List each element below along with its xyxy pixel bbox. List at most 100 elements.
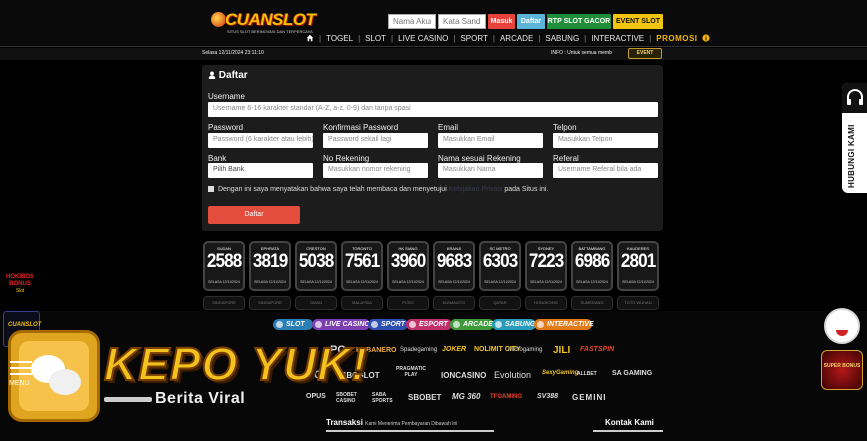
result-card[interactable]: TORONTO 7561 SELASA 12/11/2024 (341, 241, 383, 291)
provider-logo[interactable]: TFGAMING (490, 394, 522, 400)
username-input[interactable] (388, 14, 436, 29)
promo-banner-left[interactable]: HOKIBOS BONUS Slot (0, 274, 40, 298)
register-username-input[interactable]: Username 6-16 karakter standar (A-Z, a-z… (208, 102, 658, 117)
rtp-button[interactable]: RTP SLOT GACOR (547, 14, 611, 29)
bank-select[interactable]: Pilih Bank (208, 163, 313, 178)
category-esport[interactable]: ESPORT (406, 319, 452, 330)
result-date: SELASA 12/11/2024 (484, 280, 516, 284)
provider-logo[interactable]: ALLBET (577, 371, 597, 377)
provider-logo[interactable]: SABA SPORTS (372, 392, 402, 404)
privacy-policy-link[interactable]: Kebijakan Privasi (449, 186, 503, 193)
result-card-partial[interactable]: KUNANGTO (433, 296, 475, 310)
provider-logo[interactable]: JILI (553, 345, 570, 356)
agreement-checkbox[interactable] (208, 186, 214, 192)
category-slot[interactable]: SLOT (273, 319, 313, 330)
nav-item-slot[interactable]: SLOT (365, 34, 386, 43)
provider-logo[interactable]: SBOBET (408, 393, 441, 402)
provider-logo[interactable]: SA GAMING (612, 370, 652, 377)
confirm-password-input[interactable]: Password sekali lagi (323, 133, 428, 148)
referral-input[interactable]: Username Referal bila ada (553, 163, 658, 178)
result-card-partial[interactable]: SINGAPORE (203, 296, 245, 310)
nav-item-live-casino[interactable]: LIVE CASINO (398, 34, 448, 43)
provider-logo[interactable]: OPUS (306, 393, 326, 400)
provider-logo[interactable]: Spadegaming (400, 347, 437, 353)
event-button[interactable]: EVENT (628, 48, 662, 59)
result-card-partial[interactable]: MALAYSIA (341, 296, 383, 310)
esport-icon (409, 321, 416, 328)
email-input[interactable]: Masukkan Email (438, 133, 543, 148)
category-live-casino[interactable]: LIVE CASINO (312, 319, 370, 330)
provider-logo[interactable]: Evolution (494, 370, 531, 380)
nav-item-arcade[interactable]: ARCADE (500, 34, 533, 43)
result-card[interactable]: SC METRO 6303 SELASA 12/11/2024 (479, 241, 521, 291)
floating-menu-button[interactable] (8, 330, 100, 422)
contact-side-tab[interactable]: HUBUNGI KAMI (842, 83, 867, 193)
result-card-partial[interactable]: SINGAPORE (249, 296, 291, 310)
slot-icon (276, 321, 283, 328)
result-card[interactable]: HK SIANG 3960 SELASA 12/11/2024 (387, 241, 429, 291)
result-card-partial[interactable]: QATAR (479, 296, 521, 310)
nav-item-sabung[interactable]: SABUNG (545, 34, 579, 43)
overlay-subline: Berita Viral (155, 390, 246, 407)
brand-logo[interactable]: CUANSLOT SITUS SLOT BERINOVASI DAN TERPE… (211, 10, 316, 34)
result-card-partial[interactable]: HONGKONG (525, 296, 567, 310)
provider-logo[interactable]: GEMINI (572, 393, 606, 402)
event-slot-button[interactable]: EVENT SLOT (613, 14, 663, 29)
category-label: ARCADE (463, 321, 493, 328)
category-label: SABUNG (505, 321, 536, 328)
register-button[interactable]: Daftar (517, 14, 545, 29)
login-button[interactable]: Masuk (488, 14, 515, 29)
agreement-prefix: Dengan ini saya menyatakan bahwa saya te… (217, 186, 447, 193)
info-icon[interactable] (701, 34, 710, 42)
provider-logo[interactable]: SBOBET CASINO (336, 392, 366, 404)
result-card[interactable]: SUDAN 2588 SELASA 12/11/2024 (203, 241, 245, 291)
provider-logo[interactable]: IONCASINO (441, 371, 486, 380)
nav-divider: | (358, 33, 361, 43)
nav-item-togel[interactable]: TOGEL (326, 34, 353, 43)
result-card[interactable]: EPHRATA 3819 SELASA 12/11/2024 (249, 241, 291, 291)
provider-logo[interactable]: FASTSPIN (580, 346, 614, 353)
category-interactive[interactable]: INTERACTIVE (534, 319, 594, 330)
result-card[interactable]: BATTAMBANG 6986 SELASA 12/11/2024 (571, 241, 613, 291)
result-card-partial[interactable]: SUMEDANG (571, 296, 613, 310)
category-label: LIVE CASINO (325, 321, 370, 328)
result-date: SELASA 12/11/2024 (254, 280, 286, 284)
category-arcade[interactable]: ARCADE (450, 319, 494, 330)
account-number-input[interactable]: Masukkan nomor rekening (323, 163, 428, 178)
result-card[interactable]: KRANJI 9683 SELASA 12/11/2024 (433, 241, 475, 291)
payment-title: Transaksi (326, 418, 363, 427)
password-label: Password (208, 123, 244, 132)
ticker-bar (0, 48, 867, 60)
result-card[interactable]: SYDNEY 7223 SELASA 12/11/2024 (525, 241, 567, 291)
provider-logo[interactable]: PRAGMATIC PLAY (390, 366, 432, 378)
provider-logo[interactable]: JOKER (442, 346, 466, 353)
result-card-partial[interactable]: PCSO (387, 296, 429, 310)
provider-logo[interactable]: MG 360 (452, 392, 480, 401)
menu-label[interactable]: MENU (9, 380, 30, 387)
result-number: 7561 (344, 251, 380, 272)
result-date: SELASA 12/11/2024 (438, 280, 470, 284)
nav-item-interactive[interactable]: INTERACTIVE (591, 34, 644, 43)
provider-logo[interactable]: SexyGaming (542, 370, 578, 376)
provider-logo[interactable]: SV388 (537, 393, 558, 400)
result-card[interactable]: KAUDERES 2801 SELASA 12/11/2024 (617, 241, 659, 291)
password-input[interactable] (438, 14, 486, 29)
register-password-input[interactable]: Password (6 karakter atau lebih) (208, 133, 313, 148)
phone-input[interactable]: Masukkan Telpon (553, 133, 658, 148)
lucky-cat-promo[interactable]: SUPER BONUS (817, 304, 867, 394)
result-card[interactable]: CRESTON 5038 SELASA 12/11/2024 (295, 241, 337, 291)
provider-logo[interactable]: Microgaming (508, 347, 542, 353)
category-sport[interactable]: SPORT (368, 319, 408, 330)
result-card-partial[interactable]: OMAN (295, 296, 337, 310)
result-card-partial[interactable]: TOTO WUHAN (617, 296, 659, 310)
result-number: 3960 (390, 251, 426, 272)
nav-item-sport[interactable]: SPORT (460, 34, 487, 43)
hamburger-line (10, 367, 32, 369)
account-holder-input[interactable]: Masukkan Nama (438, 163, 543, 178)
home-icon[interactable] (306, 34, 314, 42)
register-submit-button[interactable]: Daftar (208, 206, 300, 224)
hamburger-line (10, 361, 32, 363)
chat-bubble-icon (49, 369, 81, 395)
nav-item-promosi[interactable]: PROMOSI (656, 34, 697, 43)
category-sabung[interactable]: SABUNG (492, 319, 536, 330)
